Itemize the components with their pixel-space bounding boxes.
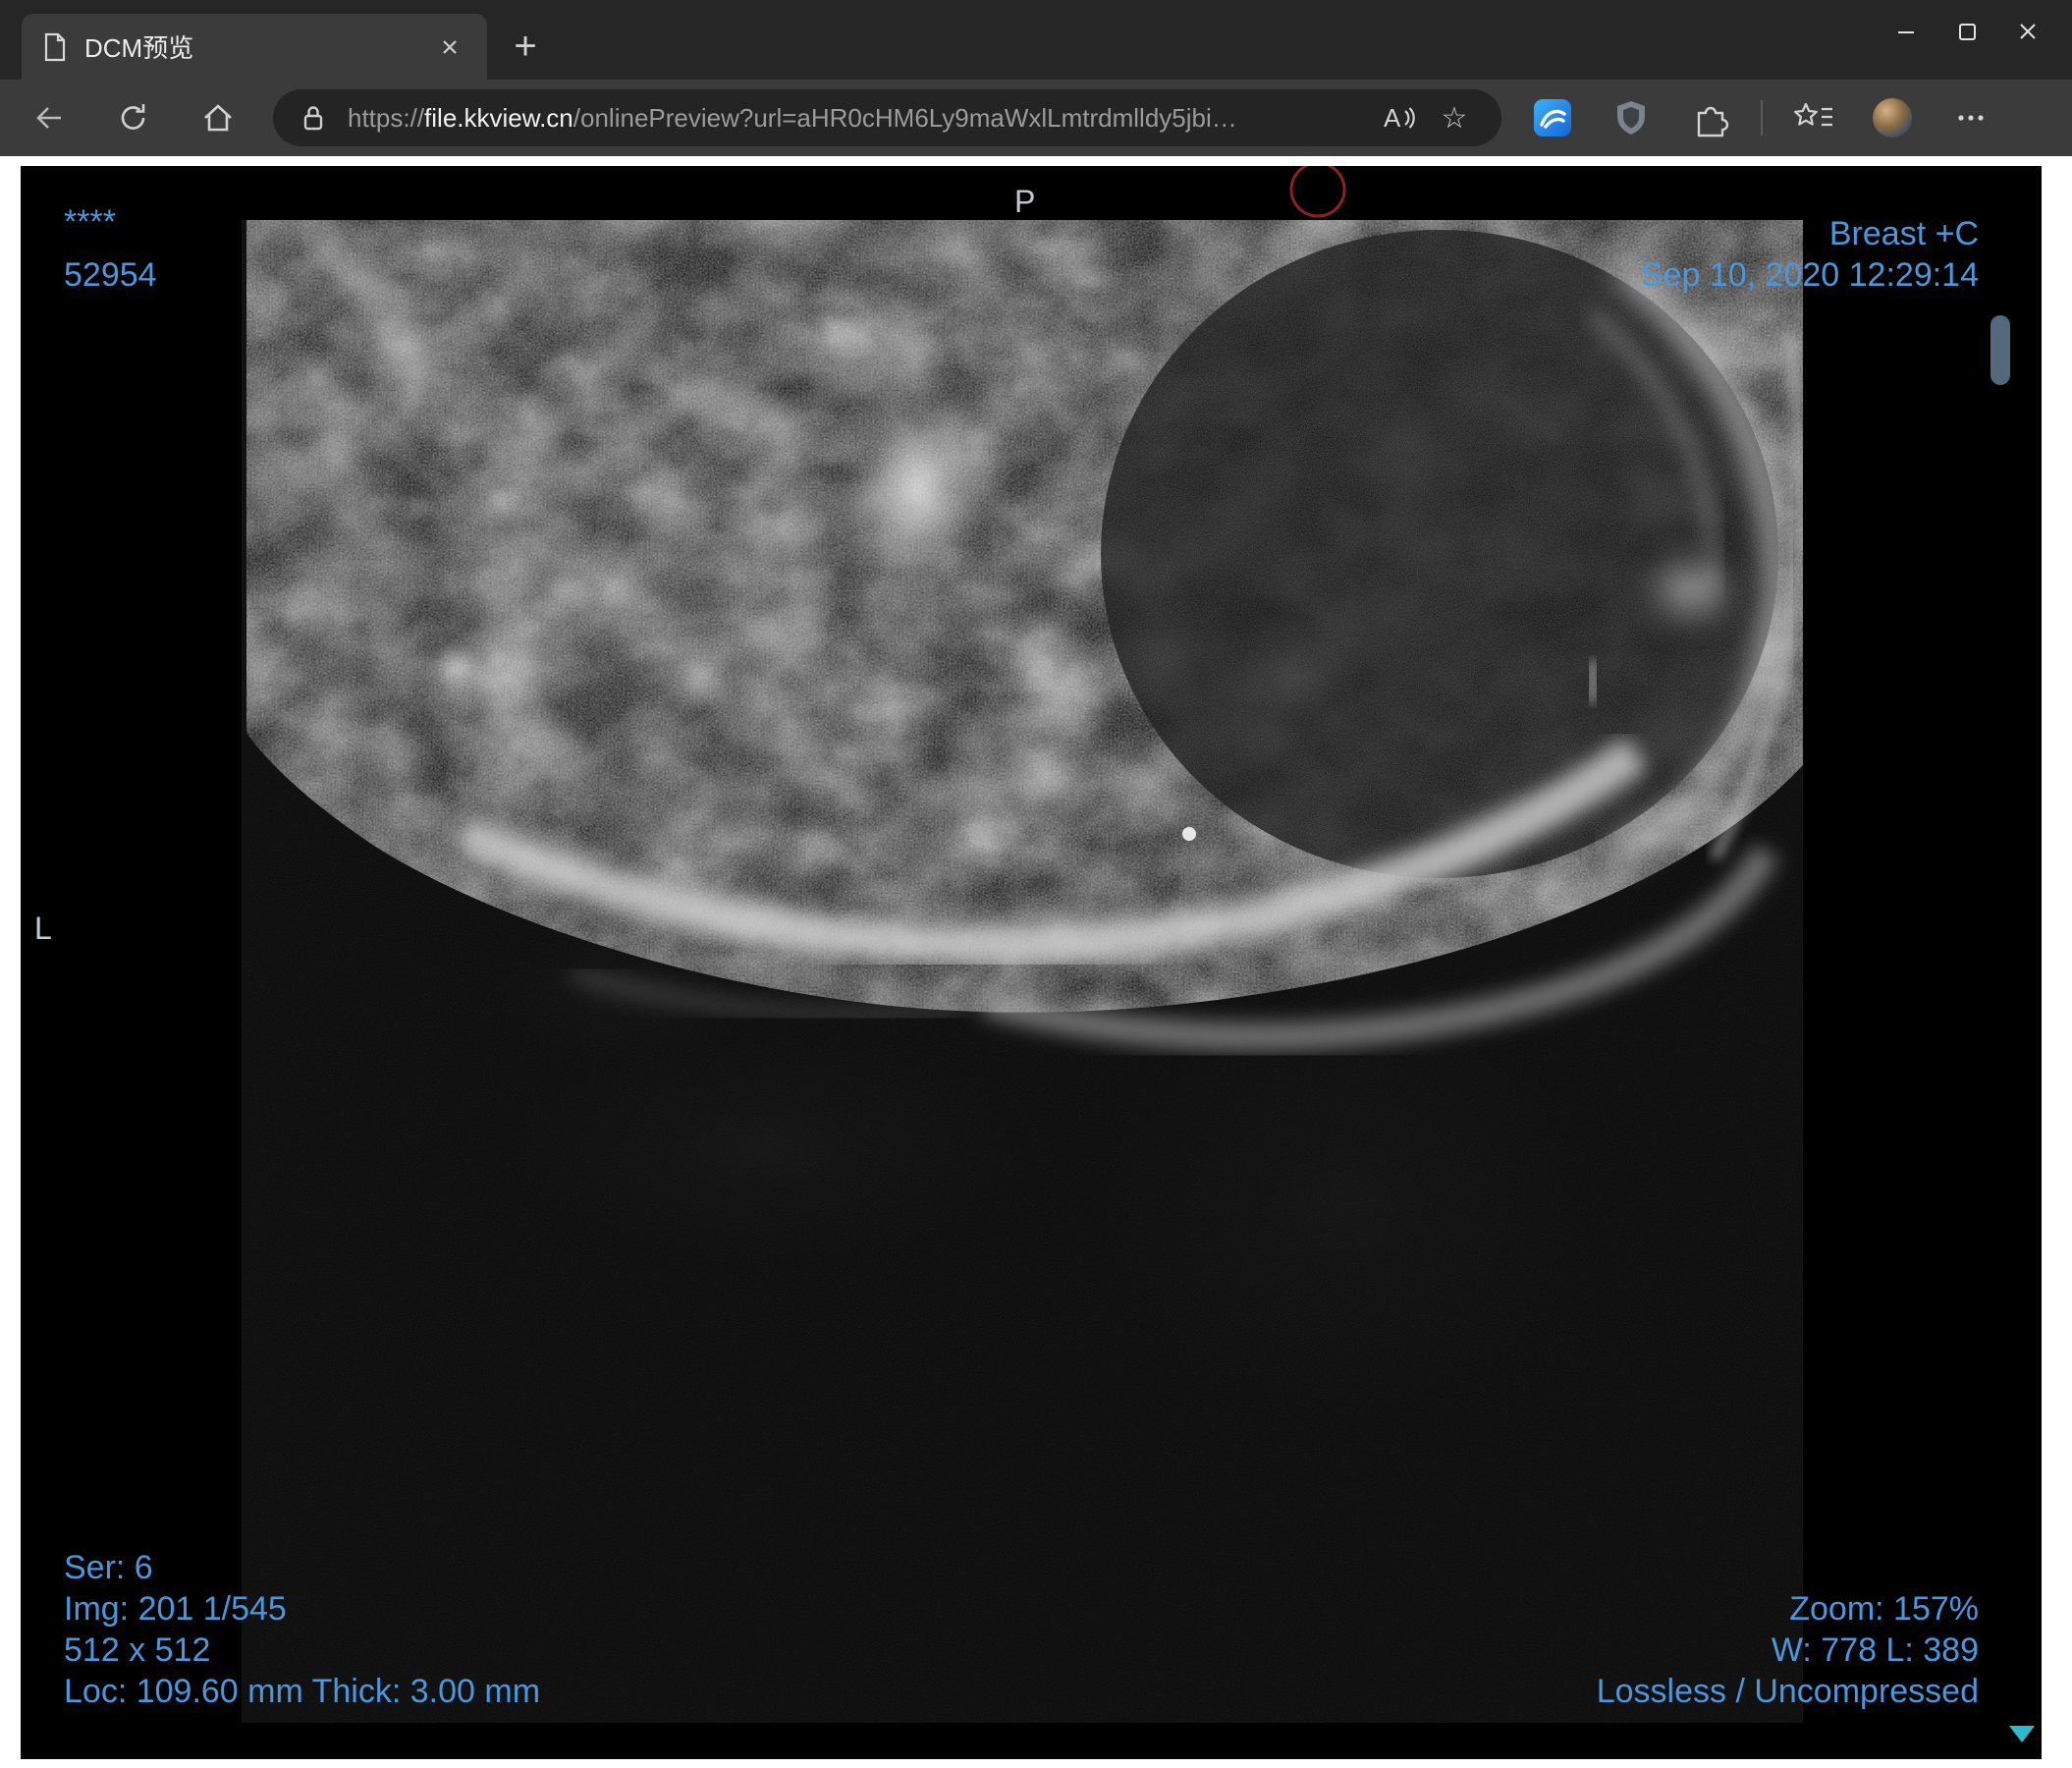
minimize-button[interactable]	[1876, 0, 1936, 63]
close-icon	[2020, 24, 2036, 39]
url-text[interactable]: https://file.kkview.cn/onlinePreview?url…	[348, 103, 1362, 134]
home-button[interactable]	[192, 92, 244, 143]
toolbar-separator	[1761, 100, 1763, 136]
dicom-viewer[interactable]: **** 52954 P L Breast +C Sep 10, 2020 12…	[21, 166, 2042, 1759]
overlay-location: Loc: 109.60 mm Thick: 3.00 mm	[64, 1673, 541, 1710]
shield-icon	[1617, 101, 1645, 135]
arrow-left-icon	[36, 107, 61, 129]
mri-image	[242, 220, 1803, 1723]
read-aloud-button[interactable]: A	[1376, 96, 1419, 139]
refresh-icon	[121, 104, 145, 130]
read-aloud-icon: A	[1384, 103, 1415, 133]
favorites-hub-button[interactable]	[1786, 90, 1841, 145]
add-favorite-button[interactable]: ☆	[1433, 96, 1476, 139]
overlay-compression: Lossless / Uncompressed	[1596, 1673, 1979, 1710]
close-button[interactable]	[1997, 0, 2058, 63]
overlay-series: Ser: 6	[64, 1549, 153, 1586]
avatar	[1873, 98, 1912, 138]
series-scrollbar-thumb[interactable]	[1990, 315, 2010, 385]
refresh-button[interactable]	[108, 92, 159, 143]
overlay-bottom-left: Ser: 6 Img: 201 1/545 512 x 512 Loc: 109…	[64, 1547, 540, 1712]
orientation-posterior: P	[1014, 184, 1036, 219]
annotation-circle[interactable]	[1285, 166, 1350, 222]
orientation-left: L	[34, 911, 52, 946]
tab-dcm-preview[interactable]: DCM预览	[22, 14, 487, 80]
svg-text:A: A	[1384, 103, 1401, 133]
star-menu-icon	[1794, 102, 1832, 127]
scroll-down-arrow[interactable]	[2006, 1722, 2038, 1745]
url-scheme: https://	[348, 102, 425, 133]
overlay-stars: ****	[64, 203, 116, 241]
scroll-down-arrow-shape	[2009, 1726, 2035, 1742]
blue-extension-icon[interactable]	[1525, 90, 1580, 145]
star-icon: ☆	[1441, 101, 1468, 135]
overlay-matrix: 512 x 512	[64, 1631, 211, 1669]
overlay-zoom: Zoom: 157%	[1789, 1590, 1979, 1628]
overlay-image-index: Img: 201 1/545	[64, 1590, 287, 1628]
profile-avatar[interactable]	[1865, 90, 1920, 145]
document-icon	[44, 32, 66, 61]
overlay-study: Breast +C	[1828, 215, 1979, 252]
tab-close-icon[interactable]	[432, 29, 467, 65]
maximize-button[interactable]	[1936, 0, 1997, 63]
url-path: /onlinePreview?url=aHR0cHM6Ly9maWxlLmtrd…	[573, 102, 1237, 133]
address-bar[interactable]: https://file.kkview.cn/onlinePreview?url…	[273, 89, 1501, 146]
puzzle-icon	[1697, 106, 1729, 138]
tab-strip: DCM预览 +	[0, 0, 2072, 80]
home-icon	[204, 104, 232, 132]
page-background: **** 52954 P L Breast +C Sep 10, 2020 12…	[0, 156, 2072, 1768]
extensions-button[interactable]	[1682, 90, 1737, 145]
minimize-icon	[1898, 31, 1914, 33]
overlay-datetime: Sep 10, 2020 12:29:14	[1640, 256, 1979, 294]
overlay-patient-id: 52954	[64, 256, 157, 294]
lock-icon	[303, 106, 323, 131]
url-domain: file.kkview.cn	[424, 102, 573, 133]
tab-title: DCM预览	[84, 33, 194, 63]
annotation-circle-shape	[1289, 166, 1346, 218]
series-scrollbar[interactable]	[1989, 313, 2012, 388]
toolbar: https://file.kkview.cn/onlinePreview?url…	[0, 80, 2072, 156]
more-options-button[interactable]	[1943, 90, 1998, 145]
shield-extension-icon[interactable]	[1604, 90, 1659, 145]
back-button[interactable]	[24, 92, 75, 143]
maximize-icon	[1959, 24, 1976, 40]
window-controls	[1876, 0, 2058, 63]
ellipsis-icon	[1958, 115, 1984, 121]
overlay-window-level: W: 778 L: 389	[1771, 1631, 1979, 1669]
new-tab-button[interactable]: +	[503, 24, 548, 69]
overlay-bottom-right: Zoom: 157% W: 778 L: 389 Lossless / Unco…	[1597, 1588, 1979, 1712]
